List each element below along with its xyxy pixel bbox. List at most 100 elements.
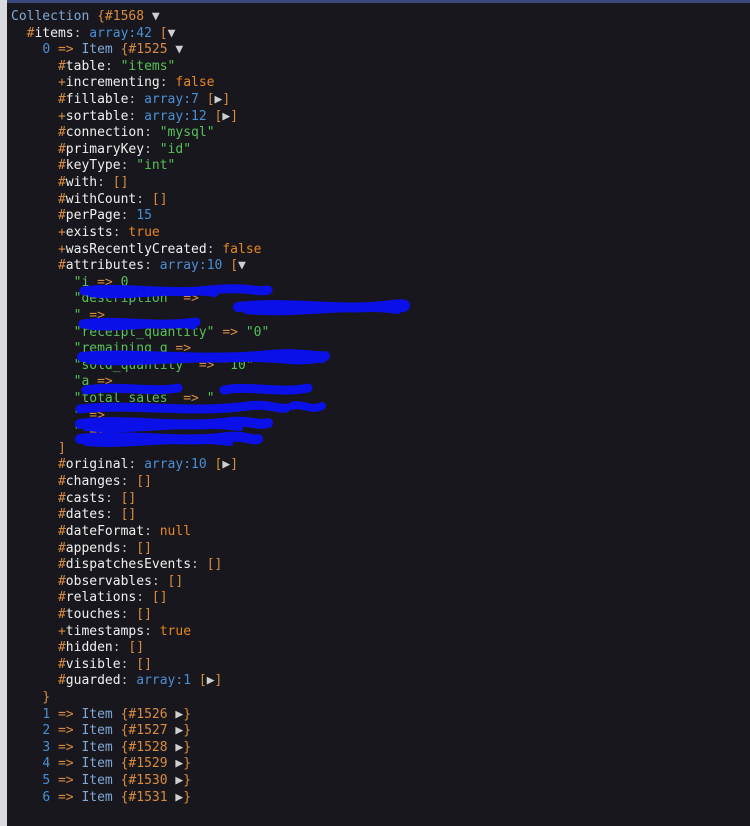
sigil-protected-icon: # bbox=[57, 640, 66, 656]
property-value: [] bbox=[136, 474, 152, 490]
bracket-close: ] bbox=[230, 108, 239, 124]
attribute-value: "0" bbox=[245, 324, 270, 340]
property-row: #casts: [] bbox=[11, 491, 750, 508]
property-name: withCount bbox=[65, 191, 137, 207]
sigil-protected-icon: # bbox=[57, 606, 66, 622]
item-class-name: Item bbox=[81, 706, 113, 722]
bracket-close: ] bbox=[214, 673, 223, 689]
brace-close: } bbox=[42, 689, 51, 705]
property-row: #changes: [] bbox=[11, 474, 750, 491]
property-value: "id" bbox=[159, 141, 192, 157]
bracket-close: ] bbox=[230, 457, 239, 473]
bracket-open: [ bbox=[198, 673, 207, 689]
caret-right-icon[interactable]: ▶ bbox=[207, 673, 215, 688]
property-name: dateFormat bbox=[65, 523, 145, 539]
sibling-item-row: 5 => Item {#1530 ▶} bbox=[11, 773, 750, 790]
arrow-icon: => bbox=[97, 374, 113, 390]
property-value: "mysql" bbox=[159, 125, 215, 141]
items-array-type: array:42 bbox=[89, 25, 152, 41]
item-class-name: Item bbox=[81, 723, 113, 739]
root-object-id: {#1568 bbox=[97, 9, 145, 24]
property-row: #touches: [] bbox=[11, 607, 750, 624]
property-row: +wasRecentlyCreated: false bbox=[11, 242, 750, 259]
attribute-row-redacted: "i => 0 bbox=[11, 275, 750, 292]
caret-down-icon[interactable]: ▼ bbox=[168, 26, 176, 41]
property-value: [] bbox=[151, 590, 168, 606]
brace-close: } bbox=[183, 756, 192, 772]
property-value: [] bbox=[136, 540, 152, 556]
property-row: #primaryKey: "id" bbox=[11, 142, 750, 159]
property-row: #hidden: [] bbox=[11, 640, 750, 657]
arrow-icon: => bbox=[57, 756, 74, 772]
bracket-open: [ bbox=[206, 92, 215, 108]
item-object-id: {#1530 bbox=[120, 773, 168, 789]
caret-down-icon[interactable]: ▼ bbox=[238, 258, 246, 273]
arrow-icon: => bbox=[57, 739, 74, 755]
property-value: [] bbox=[128, 640, 145, 656]
sibling-item-row: 3 => Item {#1528 ▶} bbox=[11, 740, 750, 757]
item-class-name: Item bbox=[81, 42, 113, 58]
sigil-public-icon: + bbox=[57, 75, 66, 91]
sigil-protected-icon: # bbox=[57, 656, 66, 672]
property-row: #fillable: array:7 [▶] bbox=[11, 92, 750, 109]
item-index: 3 bbox=[42, 739, 51, 755]
attribute-row-redacted: "a => bbox=[11, 374, 750, 391]
sigil-protected-icon: # bbox=[57, 507, 66, 523]
property-value: "int" bbox=[136, 158, 176, 174]
property-name: primaryKey bbox=[65, 141, 145, 157]
attribute-key: "a bbox=[73, 374, 90, 390]
bracket-close: ] bbox=[57, 440, 66, 456]
item-index: 5 bbox=[42, 773, 51, 789]
property-name: appends bbox=[65, 540, 121, 556]
property-row: #original: array:10 [▶] bbox=[11, 457, 750, 474]
caret-right-icon[interactable]: ▶ bbox=[222, 457, 230, 472]
attributes-node-line: #attributes: array:10 [▼ bbox=[11, 258, 750, 275]
arrow-icon: => bbox=[57, 789, 74, 805]
property-value: true bbox=[159, 623, 192, 639]
property-row: #dateFormat: null bbox=[11, 524, 750, 541]
caret-right-icon[interactable]: ▶ bbox=[222, 109, 230, 124]
caret-down-icon[interactable]: ▼ bbox=[175, 42, 183, 57]
attribute-value: "10" bbox=[222, 357, 254, 373]
attribute-key: "remaining_q bbox=[73, 341, 168, 357]
attribute-row-redacted: "remaining_q => bbox=[11, 341, 750, 358]
property-value: array:10 bbox=[144, 457, 207, 473]
sigil-protected-icon: # bbox=[57, 208, 66, 224]
property-name: timestamps bbox=[65, 623, 145, 639]
item-object-id: {#1531 bbox=[120, 789, 168, 805]
arrow-icon: => bbox=[89, 424, 105, 440]
property-name: casts bbox=[65, 490, 105, 506]
caret-down-icon[interactable]: ▼ bbox=[152, 9, 160, 24]
left-scroll-strip[interactable] bbox=[0, 0, 7, 826]
brace-close: } bbox=[183, 706, 192, 722]
attribute-row-redacted: " => bbox=[11, 408, 750, 425]
arrow-icon: => bbox=[89, 407, 105, 423]
property-value: "items" bbox=[120, 58, 176, 74]
sigil-protected-icon: # bbox=[57, 557, 66, 573]
item-class-name: Item bbox=[81, 739, 113, 755]
sigil-protected-icon: # bbox=[57, 573, 66, 589]
property-value: array:12 bbox=[144, 108, 207, 124]
